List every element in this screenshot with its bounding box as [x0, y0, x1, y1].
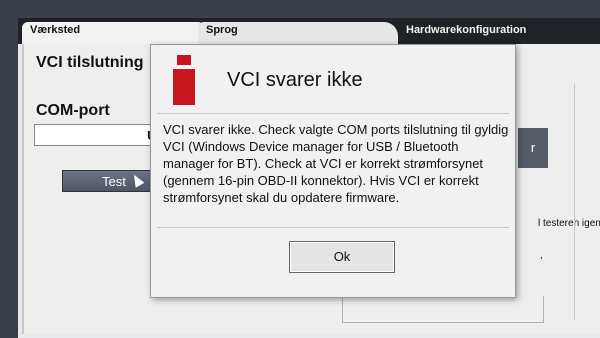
tab-bar: Værksted Sprog Hardwarekonfiguration [18, 18, 600, 44]
info-icon-dot [177, 55, 191, 65]
com-port-label: COM-port [36, 102, 110, 119]
background-outline [342, 296, 544, 323]
dialog-message: VCI svarer ikke. Check valgte COM ports … [163, 122, 509, 205]
info-icon-bar [173, 69, 195, 105]
error-dialog: VCI svarer ikke VCI svarer ikke. Check v… [150, 44, 516, 298]
ok-button[interactable]: Ok [289, 241, 395, 273]
tab-hardwarekonfiguration[interactable]: Hardwarekonfiguration [398, 22, 600, 44]
dialog-title: VCI svarer ikke [227, 69, 363, 91]
info-icon [173, 55, 195, 105]
background-hint-text: l testeren igen. [538, 218, 600, 229]
background-comma: , [540, 250, 543, 261]
divider-line [574, 84, 575, 320]
side-button[interactable]: r [518, 128, 548, 168]
dialog-divider-bottom [157, 227, 509, 228]
tab-sprog[interactable]: Sprog [198, 22, 398, 44]
tab-vaerksted[interactable]: Værksted [22, 22, 204, 44]
dialog-divider [157, 113, 509, 114]
vci-connection-label: VCI tilslutning [36, 54, 144, 71]
